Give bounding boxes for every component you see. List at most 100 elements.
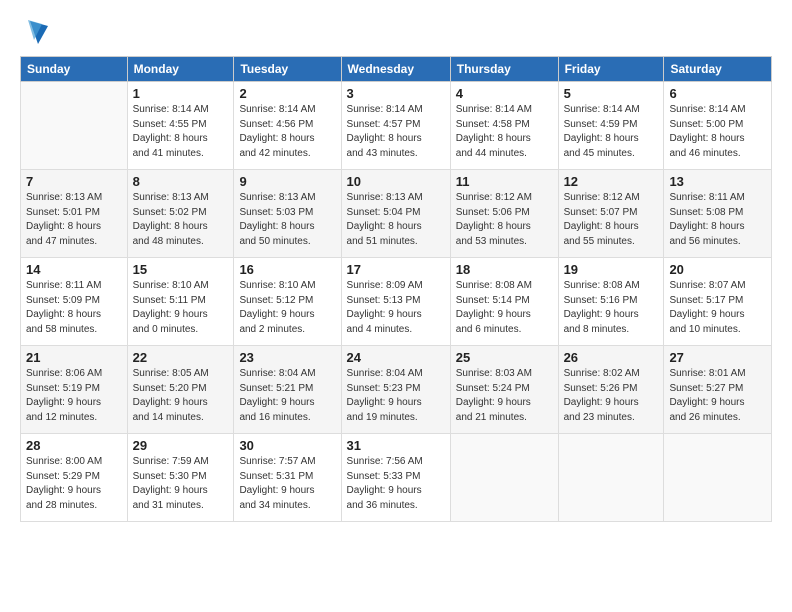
day-number: 8 [133,174,229,189]
weekday-header-wednesday: Wednesday [341,57,450,82]
day-number: 26 [564,350,659,365]
day-info: Sunrise: 8:13 AM Sunset: 5:03 PM Dayligh… [239,191,335,249]
calendar-cell: 13 Sunrise: 8:11 AM Sunset: 5:08 PM Dayli… [664,170,772,258]
day-number: 21 [26,350,122,365]
calendar-cell: 31Sunrise: 7:56 AM Sunset: 5:33 PM Dayli… [341,434,450,522]
day-info: Sunrise: 8:11 AM Sunset: 5:09 PM Dayligh… [26,279,122,337]
day-info: Sunrise: 8:00 AM Sunset: 5:29 PM Dayligh… [26,455,122,513]
calendar-cell: 23 Sunrise: 8:04 AM Sunset: 5:21 PM Dayli… [234,346,341,434]
day-info: Sunrise: 8:11 AM Sunset: 5:08 PM Dayligh… [669,191,766,249]
calendar-cell [21,82,128,170]
calendar-cell: 25Sunrise: 8:03 AM Sunset: 5:24 PM Dayli… [450,346,558,434]
week-row: 14 Sunrise: 8:11 AM Sunset: 5:09 PM Dayli… [21,258,772,346]
weekday-header-thursday: Thursday [450,57,558,82]
day-info: Sunrise: 8:05 AM Sunset: 5:20 PM Dayligh… [133,367,229,425]
day-number: 16 [239,262,335,277]
calendar-cell [558,434,664,522]
calendar-cell: 14 Sunrise: 8:11 AM Sunset: 5:09 PM Dayli… [21,258,128,346]
day-number: 7 [26,174,122,189]
day-info: Sunrise: 8:14 AM Sunset: 4:57 PM Dayligh… [347,103,445,161]
day-number: 25 [456,350,553,365]
day-info: Sunrise: 8:10 AM Sunset: 5:12 PM Dayligh… [239,279,335,337]
calendar-cell: 26 Sunrise: 8:02 AM Sunset: 5:26 PM Dayli… [558,346,664,434]
logo [20,16,50,46]
day-number: 22 [133,350,229,365]
calendar-cell: 5Sunrise: 8:14 AM Sunset: 4:59 PM Daylig… [558,82,664,170]
day-number: 18 [456,262,553,277]
logo-icon [20,16,50,46]
weekday-header-sunday: Sunday [21,57,128,82]
day-info: Sunrise: 8:02 AM Sunset: 5:26 PM Dayligh… [564,367,659,425]
day-number: 14 [26,262,122,277]
calendar-cell: 17Sunrise: 8:09 AM Sunset: 5:13 PM Dayli… [341,258,450,346]
day-number: 28 [26,438,122,453]
day-number: 29 [133,438,229,453]
day-number: 9 [239,174,335,189]
week-row: 21 Sunrise: 8:06 AM Sunset: 5:19 PM Dayli… [21,346,772,434]
calendar-cell: 6 Sunrise: 8:14 AM Sunset: 5:00 PM Daylig… [664,82,772,170]
day-number: 2 [239,86,335,101]
day-info: Sunrise: 8:12 AM Sunset: 5:07 PM Dayligh… [564,191,659,249]
week-row: 7Sunrise: 8:13 AM Sunset: 5:01 PM Daylig… [21,170,772,258]
page-header [20,16,772,46]
day-info: Sunrise: 8:10 AM Sunset: 5:11 PM Dayligh… [133,279,229,337]
day-info: Sunrise: 7:59 AM Sunset: 5:30 PM Dayligh… [133,455,229,513]
calendar-cell: 30Sunrise: 7:57 AM Sunset: 5:31 PM Dayli… [234,434,341,522]
calendar-cell [450,434,558,522]
calendar-cell: 24 Sunrise: 8:04 AM Sunset: 5:23 PM Dayli… [341,346,450,434]
day-number: 11 [456,174,553,189]
day-number: 10 [347,174,445,189]
day-number: 6 [669,86,766,101]
day-info: Sunrise: 8:08 AM Sunset: 5:14 PM Dayligh… [456,279,553,337]
day-number: 4 [456,86,553,101]
day-info: Sunrise: 8:14 AM Sunset: 4:58 PM Dayligh… [456,103,553,161]
calendar-cell: 21 Sunrise: 8:06 AM Sunset: 5:19 PM Dayli… [21,346,128,434]
calendar-cell: 2 Sunrise: 8:14 AM Sunset: 4:56 PM Daylig… [234,82,341,170]
calendar-cell: 29 Sunrise: 7:59 AM Sunset: 5:30 PM Dayli… [127,434,234,522]
weekday-header-friday: Friday [558,57,664,82]
day-info: Sunrise: 8:13 AM Sunset: 5:02 PM Dayligh… [133,191,229,249]
day-number: 23 [239,350,335,365]
calendar-cell: 12 Sunrise: 8:12 AM Sunset: 5:07 PM Dayli… [558,170,664,258]
day-number: 13 [669,174,766,189]
day-number: 27 [669,350,766,365]
calendar-cell: 22 Sunrise: 8:05 AM Sunset: 5:20 PM Dayli… [127,346,234,434]
day-number: 3 [347,86,445,101]
day-info: Sunrise: 8:14 AM Sunset: 5:00 PM Dayligh… [669,103,766,161]
day-info: Sunrise: 8:04 AM Sunset: 5:23 PM Dayligh… [347,367,445,425]
day-info: Sunrise: 8:07 AM Sunset: 5:17 PM Dayligh… [669,279,766,337]
day-number: 31 [347,438,445,453]
weekday-header-tuesday: Tuesday [234,57,341,82]
day-number: 12 [564,174,659,189]
day-info: Sunrise: 8:14 AM Sunset: 4:56 PM Dayligh… [239,103,335,161]
calendar-cell: 7Sunrise: 8:13 AM Sunset: 5:01 PM Daylig… [21,170,128,258]
calendar-cell: 19 Sunrise: 8:08 AM Sunset: 5:16 PM Dayli… [558,258,664,346]
weekday-header-monday: Monday [127,57,234,82]
day-number: 15 [133,262,229,277]
calendar-table: SundayMondayTuesdayWednesdayThursdayFrid… [20,56,772,522]
calendar-cell: 27 Sunrise: 8:01 AM Sunset: 5:27 PM Dayli… [664,346,772,434]
calendar-cell: 28 Sunrise: 8:00 AM Sunset: 5:29 PM Dayli… [21,434,128,522]
day-number: 24 [347,350,445,365]
day-number: 19 [564,262,659,277]
weekday-header-row: SundayMondayTuesdayWednesdayThursdayFrid… [21,57,772,82]
week-row: 28 Sunrise: 8:00 AM Sunset: 5:29 PM Dayli… [21,434,772,522]
calendar-cell: 20 Sunrise: 8:07 AM Sunset: 5:17 PM Dayli… [664,258,772,346]
day-info: Sunrise: 7:57 AM Sunset: 5:31 PM Dayligh… [239,455,335,513]
calendar-cell: 9 Sunrise: 8:13 AM Sunset: 5:03 PM Daylig… [234,170,341,258]
day-number: 20 [669,262,766,277]
day-info: Sunrise: 8:01 AM Sunset: 5:27 PM Dayligh… [669,367,766,425]
day-info: Sunrise: 8:12 AM Sunset: 5:06 PM Dayligh… [456,191,553,249]
calendar-cell: 3 Sunrise: 8:14 AM Sunset: 4:57 PM Daylig… [341,82,450,170]
day-info: Sunrise: 8:14 AM Sunset: 4:59 PM Dayligh… [564,103,659,161]
day-info: Sunrise: 8:04 AM Sunset: 5:21 PM Dayligh… [239,367,335,425]
day-number: 1 [133,86,229,101]
calendar-cell: 10Sunrise: 8:13 AM Sunset: 5:04 PM Dayli… [341,170,450,258]
day-info: Sunrise: 8:08 AM Sunset: 5:16 PM Dayligh… [564,279,659,337]
day-info: Sunrise: 8:06 AM Sunset: 5:19 PM Dayligh… [26,367,122,425]
calendar-cell: 4 Sunrise: 8:14 AM Sunset: 4:58 PM Daylig… [450,82,558,170]
weekday-header-saturday: Saturday [664,57,772,82]
calendar-cell: 8 Sunrise: 8:13 AM Sunset: 5:02 PM Daylig… [127,170,234,258]
calendar-cell: 11 Sunrise: 8:12 AM Sunset: 5:06 PM Dayli… [450,170,558,258]
day-info: Sunrise: 8:09 AM Sunset: 5:13 PM Dayligh… [347,279,445,337]
